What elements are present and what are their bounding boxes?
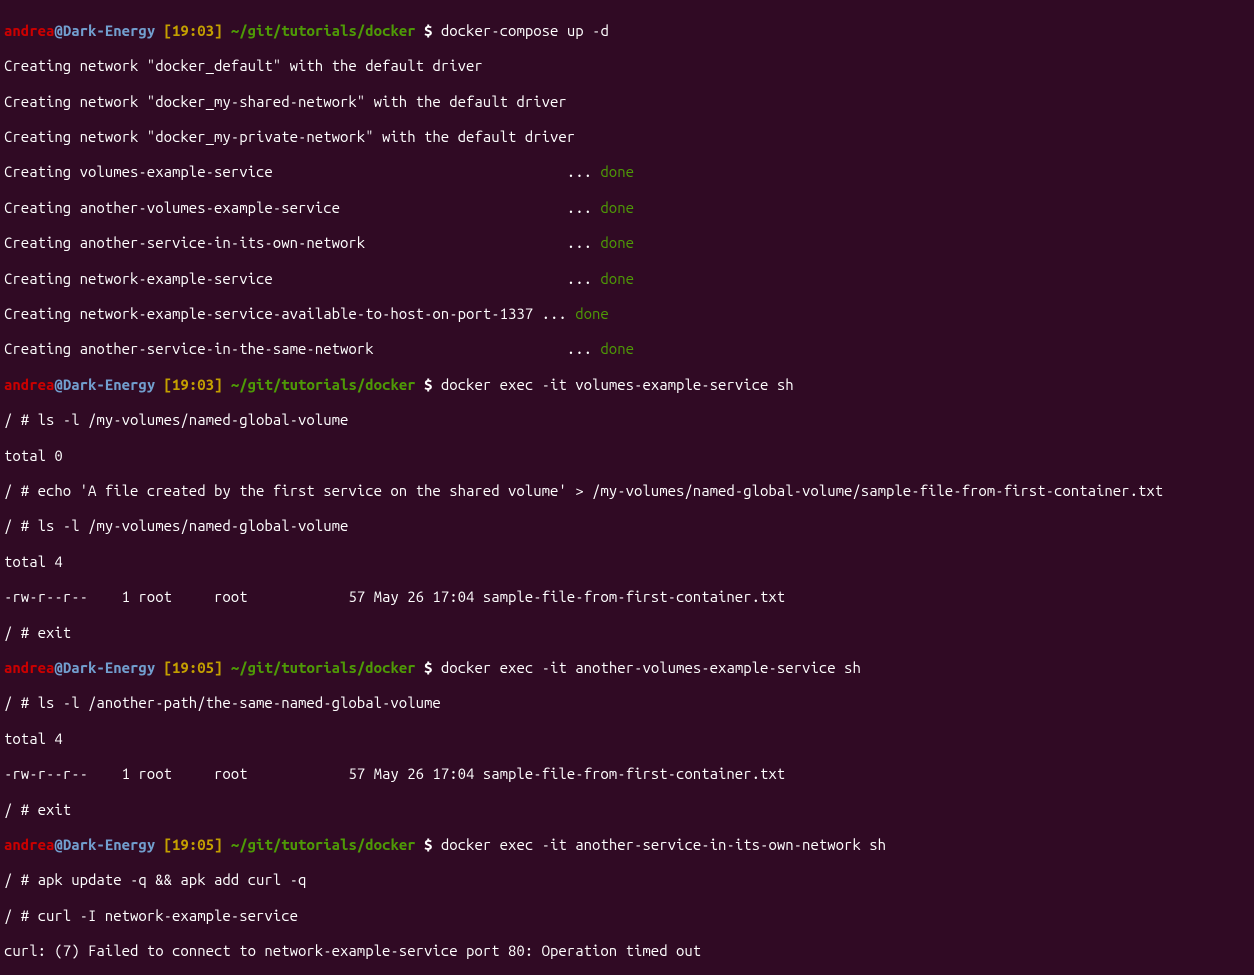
output-line: Creating network "docker_my-shared-netwo… — [4, 93, 1250, 111]
service-create: Creating volumes-example-service ... — [4, 163, 600, 180]
shell-line: / # apk update -q && apk add curl -q — [4, 871, 1250, 889]
status-done: done — [575, 305, 609, 322]
shell-line: / # ls -l /another-path/the-same-named-g… — [4, 694, 1250, 712]
service-create: Creating another-volumes-example-service… — [4, 199, 600, 216]
service-create: Creating another-service-in-the-same-net… — [4, 340, 600, 357]
prompt-user: andrea — [4, 22, 54, 39]
prompt-user: andrea — [4, 836, 54, 853]
prompt-user: andrea — [4, 659, 54, 676]
prompt-path: ~/git/tutorials/docker — [231, 659, 416, 676]
shell-line: total 0 — [4, 447, 1250, 465]
command: docker exec -it another-service-in-its-o… — [441, 836, 886, 853]
prompt-host: Dark-Energy — [63, 22, 155, 39]
status-done: done — [600, 163, 634, 180]
status-done: done — [600, 234, 634, 251]
prompt-dollar: $ — [416, 836, 441, 853]
shell-line: / # ls -l /my-volumes/named-global-volum… — [4, 517, 1250, 535]
output-line: Creating another-volumes-example-service… — [4, 199, 1250, 217]
prompt-time: [19:03] — [164, 22, 223, 39]
command: docker exec -it another-volumes-example-… — [441, 659, 861, 676]
prompt-path: ~/git/tutorials/docker — [231, 22, 416, 39]
prompt-at: @ — [54, 836, 62, 853]
shell-line: / # ls -l /my-volumes/named-global-volum… — [4, 411, 1250, 429]
output-line: Creating network-example-service-availab… — [4, 305, 1250, 323]
prompt-dollar: $ — [416, 22, 441, 39]
prompt-time: [19:05] — [164, 659, 223, 676]
status-done: done — [600, 340, 634, 357]
output-line: Creating network-example-service ... don… — [4, 270, 1250, 288]
prompt-path: ~/git/tutorials/docker — [231, 836, 416, 853]
shell-line: -rw-r--r-- 1 root root 57 May 26 17:04 s… — [4, 588, 1250, 606]
shell-line: / # curl -I network-example-service — [4, 907, 1250, 925]
prompt-host: Dark-Energy — [63, 376, 155, 393]
prompt-user: andrea — [4, 376, 54, 393]
prompt-line: andrea@Dark-Energy [19:03] ~/git/tutoria… — [4, 22, 1250, 40]
prompt-at: @ — [54, 22, 62, 39]
prompt-line: andrea@Dark-Energy [19:05] ~/git/tutoria… — [4, 659, 1250, 677]
status-done: done — [600, 270, 634, 287]
service-create: Creating network-example-service ... — [4, 270, 600, 287]
prompt-time: [19:03] — [164, 376, 223, 393]
command: docker-compose up -d — [441, 22, 609, 39]
prompt-dollar: $ — [416, 376, 441, 393]
prompt-line: andrea@Dark-Energy [19:03] ~/git/tutoria… — [4, 376, 1250, 394]
prompt-line: andrea@Dark-Energy [19:05] ~/git/tutoria… — [4, 836, 1250, 854]
output-line: Creating another-service-in-its-own-netw… — [4, 234, 1250, 252]
output-line: Creating network "docker_default" with t… — [4, 57, 1250, 75]
prompt-time: [19:05] — [164, 836, 223, 853]
shell-line: / # exit — [4, 801, 1250, 819]
prompt-at: @ — [54, 376, 62, 393]
prompt-path: ~/git/tutorials/docker — [231, 376, 416, 393]
shell-line: -rw-r--r-- 1 root root 57 May 26 17:04 s… — [4, 765, 1250, 783]
service-create: Creating another-service-in-its-own-netw… — [4, 234, 600, 251]
prompt-host: Dark-Energy — [63, 836, 155, 853]
shell-line: / # exit — [4, 624, 1250, 642]
shell-line: total 4 — [4, 730, 1250, 748]
output-line: Creating volumes-example-service ... don… — [4, 163, 1250, 181]
prompt-at: @ — [54, 659, 62, 676]
prompt-dollar: $ — [416, 659, 441, 676]
shell-line: / # echo 'A file created by the first se… — [4, 482, 1250, 500]
command: docker exec -it volumes-example-service … — [441, 376, 794, 393]
service-create: Creating network-example-service-availab… — [4, 305, 575, 322]
output-line: Creating network "docker_my-private-netw… — [4, 128, 1250, 146]
terminal[interactable]: andrea@Dark-Energy [19:03] ~/git/tutoria… — [0, 0, 1254, 975]
shell-line: curl: (7) Failed to connect to network-e… — [4, 942, 1250, 960]
prompt-host: Dark-Energy — [63, 659, 155, 676]
status-done: done — [600, 199, 634, 216]
shell-line: total 4 — [4, 553, 1250, 571]
output-line: Creating another-service-in-the-same-net… — [4, 340, 1250, 358]
